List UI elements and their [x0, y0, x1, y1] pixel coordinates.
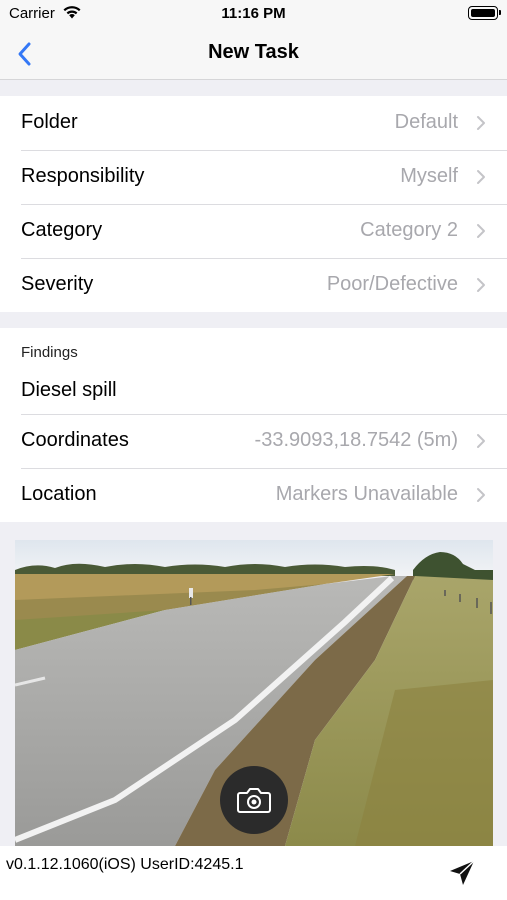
task-details-group: Folder Default Responsibility Myself Cat… — [0, 96, 507, 312]
send-button[interactable] — [447, 858, 477, 888]
findings-group: Findings Diesel spill Coordinates -33.90… — [0, 328, 507, 522]
camera-icon — [237, 788, 271, 813]
chevron-right-icon — [477, 116, 485, 130]
folder-row[interactable]: Folder Default — [0, 96, 507, 150]
severity-row[interactable]: Severity Poor/Defective — [0, 258, 507, 312]
chevron-right-icon — [477, 224, 485, 238]
version-label: v0.1.12.1060(iOS) UserID:4245.1 — [6, 856, 244, 873]
camera-button[interactable] — [220, 766, 288, 834]
folder-label: Folder — [21, 111, 78, 133]
coordinates-row[interactable]: Coordinates -33.9093,18.7542 (5m) — [0, 414, 507, 468]
responsibility-row[interactable]: Responsibility Myself — [0, 150, 507, 204]
chevron-right-icon — [477, 170, 485, 184]
battery-icon — [468, 6, 501, 20]
clock: 11:16 PM — [221, 5, 286, 22]
category-row[interactable]: Category Category 2 — [0, 204, 507, 258]
findings-label: Findings — [21, 344, 78, 361]
chevron-right-icon — [477, 278, 485, 292]
location-row[interactable]: Location Markers Unavailable — [0, 468, 507, 522]
bottom-bar: v0.1.12.1060(iOS) UserID:4245.1 — [0, 846, 507, 900]
severity-label: Severity — [21, 273, 94, 295]
folder-value: Default — [394, 111, 458, 133]
category-label: Category — [21, 219, 103, 241]
findings-field[interactable]: Diesel spill — [21, 379, 117, 402]
responsibility-value: Myself — [400, 165, 458, 187]
navigation-bar: New Task — [0, 28, 507, 80]
category-value: Category 2 — [360, 219, 458, 241]
location-label: Location — [21, 483, 97, 505]
status-bar: Carrier 11:16 PM — [0, 0, 507, 28]
location-value: Markers Unavailable — [275, 483, 458, 505]
chevron-right-icon — [477, 434, 485, 448]
responsibility-label: Responsibility — [21, 165, 145, 187]
chevron-right-icon — [477, 488, 485, 502]
page-title: New Task — [208, 41, 299, 63]
coordinates-label: Coordinates — [21, 429, 129, 451]
coordinates-value: -33.9093,18.7542 (5m) — [254, 429, 458, 451]
send-icon — [450, 860, 475, 885]
severity-value: Poor/Defective — [326, 273, 458, 295]
